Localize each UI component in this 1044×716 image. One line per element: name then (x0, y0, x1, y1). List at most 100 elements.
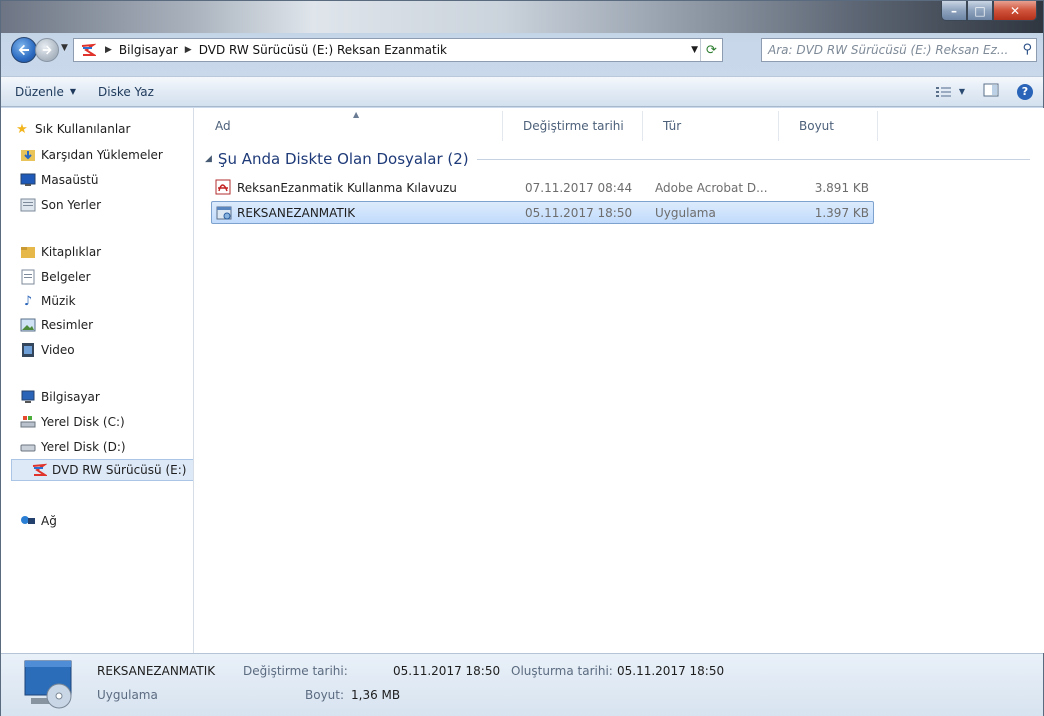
file-size: 3.891 KB (814, 180, 869, 195)
organize-menu-button[interactable]: Düzenle ▼ (15, 85, 76, 99)
burn-label: Diske Yaz (98, 84, 154, 99)
sidebar-item-network[interactable]: Ağ (21, 510, 57, 532)
dvd-drive-icon (80, 43, 98, 57)
address-dropdown-icon[interactable]: ▼ (691, 45, 698, 55)
search-placeholder: Ara: DVD RW Sürücüsü (E:) Reksan Ez... (768, 43, 1009, 57)
view-details-icon (935, 86, 951, 97)
column-label: Boyut (799, 119, 834, 133)
close-button[interactable]: ✕ (993, 1, 1037, 21)
address-bar[interactable]: ▶ Bilgisayar ▶ DVD RW Sürücüsü (E:) Reks… (73, 38, 723, 62)
music-note-icon: ♪ (23, 293, 33, 309)
search-icon[interactable]: ⚲ (1022, 42, 1032, 57)
sidebar-item-favorites[interactable]: ★ Sık Kullanılanlar (16, 118, 131, 140)
sidebar-item-local-disk-c[interactable]: Yerel Disk (C:) (20, 411, 125, 433)
sidebar-item-dvd-drive[interactable]: DVD RW Sürücüsü (E:) (11, 459, 193, 481)
column-label: Tür (663, 119, 682, 133)
file-date: 05.11.2017 18:50 (525, 205, 633, 220)
chevron-down-icon: ▼ (958, 87, 965, 96)
back-arrow-icon (18, 44, 29, 56)
column-label: Ad (215, 119, 231, 133)
details-created-value: 05.11.2017 18:50 (617, 664, 725, 678)
file-name: REKSANEZANMATIK (237, 205, 356, 220)
application-icon (216, 205, 232, 221)
star-icon: ★ (16, 121, 28, 137)
sidebar-item-documents[interactable]: Belgeler (21, 266, 91, 288)
forward-arrow-icon (42, 45, 52, 55)
forward-button[interactable] (35, 38, 59, 62)
sidebar-label: Yerel Disk (D:) (41, 440, 126, 454)
back-button[interactable] (11, 37, 37, 63)
recent-pages-chevron-icon[interactable]: ▼ (61, 43, 68, 53)
maximize-button[interactable]: □ (967, 1, 993, 21)
column-header-type[interactable]: Tür (643, 111, 779, 141)
command-bar: Düzenle ▼ Diske Yaz ▼ ? (1, 76, 1043, 107)
change-view-button[interactable]: ▼ (935, 85, 965, 99)
sidebar-item-music[interactable]: ♪ Müzik (24, 290, 76, 312)
desktop-icon (19, 172, 37, 188)
title-bar[interactable]: – □ ✕ (1, 1, 1043, 33)
column-header-size[interactable]: Boyut (779, 111, 878, 141)
sidebar-item-libraries[interactable]: Kitaplıklar (21, 241, 102, 263)
sidebar-item-computer[interactable]: Bilgisayar (21, 386, 100, 408)
network-icon (19, 513, 37, 529)
application-large-icon (24, 660, 72, 709)
sidebar-label: Masaüstü (41, 173, 99, 187)
sidebar-label: Kitaplıklar (41, 245, 102, 259)
details-file-type: Uygulama (97, 688, 158, 702)
burn-to-disc-button[interactable]: Diske Yaz (98, 85, 154, 99)
column-header-date[interactable]: Değiştirme tarihi (503, 111, 643, 141)
preview-pane-icon (983, 83, 999, 97)
breadcrumb-dvd-drive[interactable]: DVD RW Sürücüsü (E:) Reksan Ezanmatik (199, 43, 447, 57)
file-name: ReksanEzanmatik Kullanma Kılavuzu (237, 180, 457, 195)
details-created-label: Oluşturma tarihi: (511, 664, 613, 678)
sidebar-label: Sık Kullanılanlar (35, 122, 131, 136)
sidebar-item-pictures[interactable]: Resimler (20, 314, 93, 336)
minimize-button[interactable]: – (941, 1, 967, 21)
column-label: Değiştirme tarihi (523, 119, 624, 133)
sidebar-item-desktop[interactable]: Masaüstü (20, 169, 99, 191)
view-controls: ▼ ? (935, 83, 1033, 100)
refresh-icon[interactable]: ⟳ (700, 39, 722, 61)
organize-label: Düzenle (15, 84, 64, 99)
file-type: Adobe Acrobat D... (655, 180, 768, 195)
navigation-bar: ▼ ▶ Bilgisayar ▶ DVD RW Sürücüsü (E:) Re… (1, 35, 1043, 65)
window-controls: – □ ✕ (941, 1, 1037, 21)
sidebar-label: Son Yerler (41, 198, 102, 212)
file-group-header[interactable]: ◢ Şu Anda Diskte Olan Dosyalar (2) (205, 148, 1030, 170)
sidebar-label: Video (41, 343, 75, 357)
pdf-icon (215, 179, 231, 195)
details-pane: REKSANEZANMATIK Uygulama Değiştirme tari… (1, 653, 1043, 716)
breadcrumb-separator-icon: ▶ (184, 45, 192, 55)
search-input[interactable]: Ara: DVD RW Sürücüsü (E:) Reksan Ez... ⚲ (761, 38, 1037, 62)
column-header-name[interactable]: Ad (195, 111, 503, 141)
recent-places-icon (19, 197, 37, 213)
sidebar-label: Bilgisayar (41, 390, 100, 404)
file-size: 1.397 KB (814, 205, 869, 220)
system-drive-icon (19, 414, 37, 430)
file-type: Uygulama (655, 205, 716, 220)
navigation-pane[interactable]: ★ Sık Kullanılanlar Karşıdan Yüklemeler … (1, 108, 194, 653)
sidebar-item-downloads[interactable]: Karşıdan Yüklemeler (21, 144, 163, 166)
computer-icon (19, 389, 37, 405)
file-list[interactable]: Ad ▲ Değiştirme tarihi Tür Boyut ◢ Şu An… (195, 108, 1044, 653)
help-icon[interactable]: ? (1017, 83, 1033, 100)
details-modified-value: 05.11.2017 18:50 (393, 664, 501, 678)
preview-pane-button[interactable] (983, 83, 999, 100)
breadcrumb-computer[interactable]: Bilgisayar (119, 43, 178, 57)
video-icon (19, 342, 37, 358)
documents-icon (19, 269, 37, 285)
chevron-down-icon: ▼ (69, 87, 77, 96)
collapse-group-icon[interactable]: ◢ (205, 154, 212, 164)
details-size-label: Boyut: (305, 688, 345, 702)
sidebar-item-local-disk-d[interactable]: Yerel Disk (D:) (20, 436, 126, 458)
sidebar-label: Karşıdan Yüklemeler (41, 148, 163, 162)
pictures-icon (19, 317, 37, 333)
sidebar-item-videos[interactable]: Video (22, 339, 75, 361)
sidebar-item-recent-places[interactable]: Son Yerler (20, 194, 102, 216)
breadcrumb-separator-icon: ▶ (105, 45, 112, 55)
details-file-name: REKSANEZANMATIK (97, 664, 216, 678)
sort-ascending-icon: ▲ (353, 110, 360, 119)
sidebar-label: Müzik (41, 294, 76, 308)
file-row-selected[interactable]: REKSANEZANMATIK 05.11.2017 18:50 Uygulam… (211, 201, 874, 224)
file-row[interactable]: ReksanEzanmatik Kullanma Kılavuzu 07.11.… (211, 176, 874, 199)
